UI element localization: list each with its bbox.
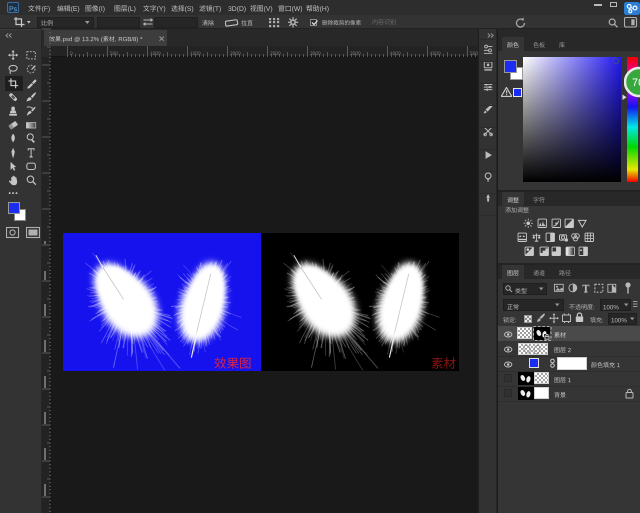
svg-text:70: 70 — [632, 77, 640, 89]
